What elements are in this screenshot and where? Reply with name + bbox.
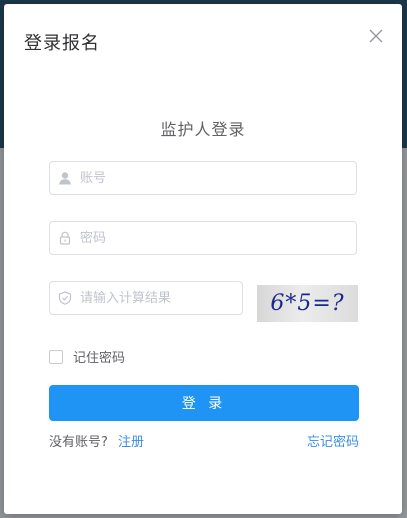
account-input[interactable] — [80, 163, 356, 193]
password-input[interactable] — [80, 223, 356, 253]
remember-checkbox[interactable] — [49, 349, 63, 364]
captcha-field[interactable] — [49, 281, 250, 315]
shield-icon — [58, 291, 72, 305]
user-icon — [58, 171, 72, 185]
captcha-input[interactable] — [80, 283, 250, 313]
login-button[interactable]: 登 录 — [49, 385, 359, 421]
remember-label: 记住密码 — [73, 351, 126, 366]
close-button[interactable] — [366, 26, 386, 46]
login-dialog: 登录报名 监护人登录 账号 请输入计算结果 6*5=? 记住密码 登 录 没有账… — [4, 4, 402, 514]
close-icon — [369, 29, 383, 43]
captcha-text: 6*5=? — [270, 291, 345, 316]
remember-password[interactable]: 记住密码 — [49, 347, 125, 366]
dialog-title: 登录报名 — [24, 33, 100, 54]
account-field[interactable] — [49, 161, 357, 195]
forgot-password-link[interactable]: 忘记密码 — [307, 431, 359, 450]
lock-icon — [58, 231, 72, 245]
form-footer: 没有账号? 注册 忘记密码 — [49, 431, 359, 450]
no-account-text: 没有账号? — [49, 435, 108, 450]
form-title: 监护人登录 — [160, 120, 246, 139]
password-field[interactable] — [49, 221, 357, 255]
captcha-image[interactable]: 6*5=? — [257, 285, 358, 322]
register-link[interactable]: 注册 — [118, 435, 144, 450]
